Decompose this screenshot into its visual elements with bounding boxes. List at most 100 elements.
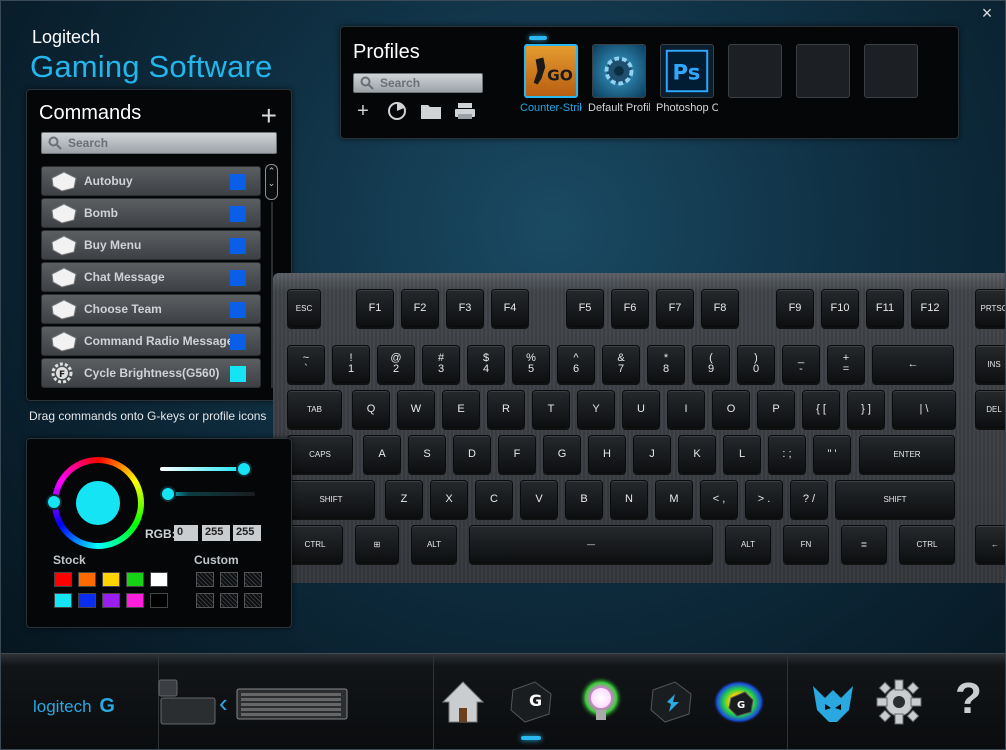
keyboard-key[interactable]: % 5 [512, 345, 550, 383]
keyboard-key[interactable]: F8 [701, 289, 739, 327]
keyboard-key[interactable]: F3 [446, 289, 484, 327]
command-item[interactable]: Command Radio Message [41, 326, 261, 356]
keyboard-key[interactable]: — [469, 525, 713, 563]
keyboard-key[interactable]: W [397, 390, 435, 428]
keyboard-key[interactable]: " ' [813, 435, 851, 473]
keyboard-key[interactable]: _ - [782, 345, 820, 383]
keyboard-key[interactable]: ) 0 [737, 345, 775, 383]
keyboard-key[interactable]: ≣ [841, 525, 887, 563]
custom-color-swatch[interactable] [196, 593, 214, 608]
keyboard-key[interactable]: F4 [491, 289, 529, 327]
rgb-green-field[interactable]: 255 [202, 525, 230, 541]
keyboard-key[interactable]: F2 [401, 289, 439, 327]
keyboard-key[interactable]: R [487, 390, 525, 428]
command-item[interactable]: Bomb [41, 198, 261, 228]
scan-games-icon[interactable] [385, 100, 409, 122]
keyboard-key[interactable]: @2 [377, 345, 415, 383]
keyboard-key[interactable]: F5 [566, 289, 604, 327]
device-icon[interactable] [157, 678, 217, 728]
keyboard-key[interactable]: I [667, 390, 705, 428]
rgb-blue-field[interactable]: 255 [233, 525, 261, 541]
keyboard-key[interactable]: K [678, 435, 716, 473]
add-command-button[interactable]: + [261, 102, 277, 130]
profile-label[interactable]: Counter-Strike [520, 102, 582, 114]
stock-color-swatch[interactable] [54, 593, 72, 608]
keyboard-key[interactable]: F6 [611, 289, 649, 327]
heatmap-icon[interactable]: G [713, 676, 765, 728]
command-item[interactable]: F Cycle Brightness(G560) [41, 358, 261, 388]
keyboard-key[interactable]: V [520, 480, 558, 518]
keyboard-key[interactable]: L [723, 435, 761, 473]
color-wheel[interactable] [46, 457, 144, 549]
stock-color-swatch[interactable] [78, 572, 96, 587]
print-icon[interactable] [453, 100, 477, 122]
keyboard-key[interactable]: Q [352, 390, 390, 428]
keyboard-key[interactable]: $4 [467, 345, 505, 383]
keyboard-key[interactable]: SHIFT [835, 480, 955, 518]
stock-color-swatch[interactable] [150, 593, 168, 608]
spark-key-icon[interactable] [645, 676, 697, 728]
profile-tile[interactable] [592, 44, 646, 98]
saturation-slider[interactable] [160, 467, 245, 471]
keyboard-key[interactable]: CTRL [287, 525, 343, 563]
profile-label[interactable]: Photoshop CC [656, 102, 718, 114]
keyboard-key[interactable]: INS [975, 345, 1005, 383]
command-item[interactable]: Choose Team [41, 294, 261, 324]
keyboard-key[interactable]: T [532, 390, 570, 428]
keyboard-key[interactable]: > . [745, 480, 783, 518]
keyboard-key[interactable]: M [655, 480, 693, 518]
command-item[interactable]: Buy Menu [41, 230, 261, 260]
keyboard-key[interactable]: ESC [287, 289, 321, 327]
stock-color-swatch[interactable] [102, 593, 120, 608]
keyboard-key[interactable]: #3 [422, 345, 460, 383]
profile-tile[interactable]: Ps [660, 44, 714, 98]
keyboard-key[interactable]: SHIFT [287, 480, 375, 518]
stock-color-swatch[interactable] [78, 593, 96, 608]
keyboard-key[interactable]: FN [783, 525, 829, 563]
custom-color-swatch[interactable] [196, 572, 214, 587]
keyboard-key[interactable]: F10 [821, 289, 859, 327]
keyboard-key[interactable]: ? / [790, 480, 828, 518]
commands-search-input[interactable]: Search [41, 132, 277, 154]
keyboard-key[interactable]: (9 [692, 345, 730, 383]
keyboard-key[interactable]: & 7 [602, 345, 640, 383]
settings-icon[interactable] [873, 676, 925, 728]
profile-tile[interactable]: GO [524, 44, 578, 98]
stock-color-swatch[interactable] [126, 572, 144, 587]
keyboard-key[interactable]: + = [827, 345, 865, 383]
stock-color-swatch[interactable] [102, 572, 120, 587]
stock-color-swatch[interactable] [150, 572, 168, 587]
keyboard-key[interactable]: A [363, 435, 401, 473]
keyboard-key[interactable]: D [453, 435, 491, 473]
keyboard-key[interactable]: ENTER [859, 435, 955, 473]
keyboard-key[interactable]: P [757, 390, 795, 428]
custom-color-swatch[interactable] [244, 593, 262, 608]
keyboard-key[interactable]: ⊞ [355, 525, 399, 563]
lighting-icon[interactable] [575, 676, 627, 728]
keyboard-key[interactable]: PRTSC [975, 289, 1005, 327]
brightness-knob[interactable] [160, 486, 176, 502]
profile-label[interactable]: Default Profile [588, 102, 650, 114]
keyboard-key[interactable]: J [633, 435, 671, 473]
keyboard-key[interactable]: F12 [911, 289, 949, 327]
keyboard-key[interactable]: ALT [411, 525, 457, 563]
g-key-icon[interactable]: G [505, 676, 557, 728]
keyboard-key[interactable]: ← [872, 345, 954, 383]
keyboard-key[interactable]: G [543, 435, 581, 473]
scroll-thumb[interactable]: ⌃ ⌄ [265, 164, 278, 200]
keyboard-key[interactable]: CAPS [287, 435, 353, 473]
keyboard-key[interactable]: DEL [975, 390, 1005, 428]
keyboard-key[interactable]: H [588, 435, 626, 473]
keyboard-key[interactable]: { [ [802, 390, 840, 428]
stock-color-swatch[interactable] [126, 593, 144, 608]
keyboard-key[interactable]: E [442, 390, 480, 428]
keyboard-key[interactable]: U [622, 390, 660, 428]
saturation-knob[interactable] [236, 461, 252, 477]
arx-icon[interactable] [807, 676, 859, 728]
profiles-search-input[interactable]: Search [353, 73, 483, 93]
prev-device-icon[interactable]: ‹ [219, 688, 228, 719]
keyboard-key[interactable]: F1 [356, 289, 394, 327]
keyboard-key[interactable]: Y [577, 390, 615, 428]
custom-color-swatch[interactable] [220, 593, 238, 608]
keyboard-key[interactable]: S [408, 435, 446, 473]
